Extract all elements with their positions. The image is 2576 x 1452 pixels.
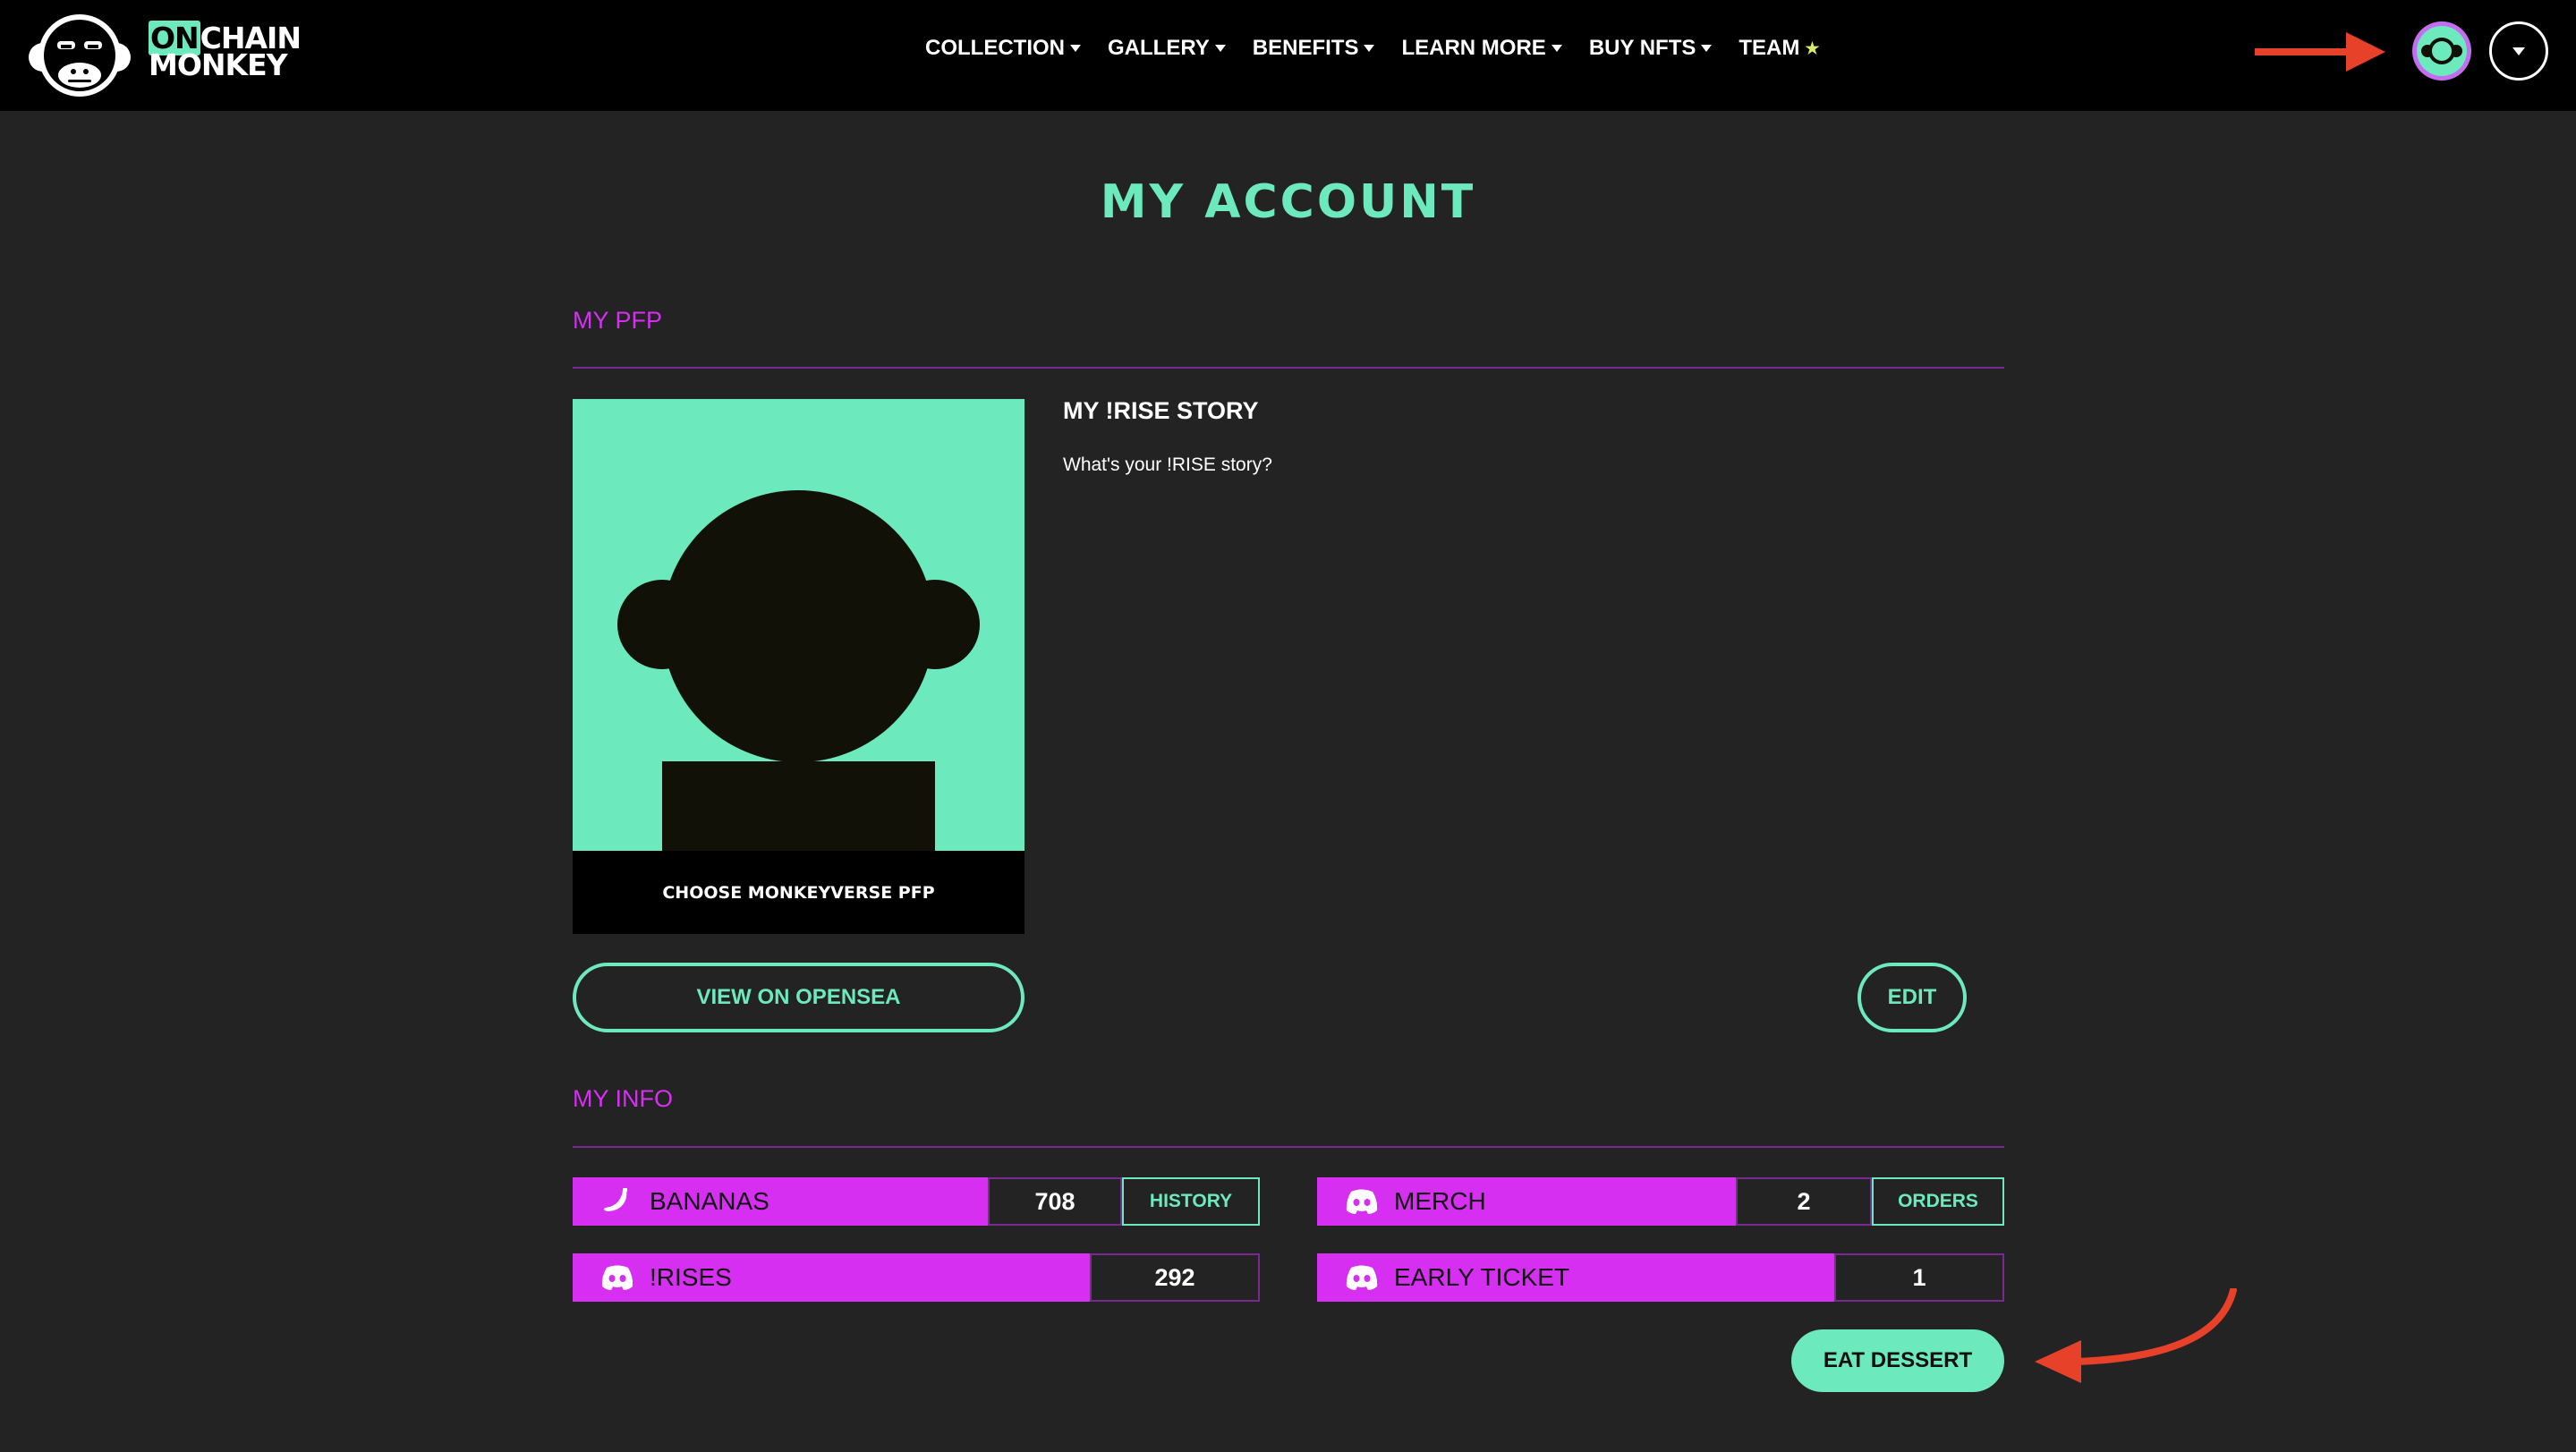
nav-benefits[interactable]: BENEFITS [1253, 36, 1375, 61]
caret-down-icon [1551, 45, 1562, 52]
bananas-label-cell: BANANAS [573, 1177, 988, 1226]
my-pfp-heading: MY PFP [573, 307, 663, 334]
bananas-history-button[interactable]: HISTORY [1122, 1177, 1260, 1226]
story-text: What's your !RISE story? [1063, 454, 1272, 475]
annotation-curved-arrow-icon [2035, 1288, 2237, 1383]
nav-buy-nfts-label: BUY NFTS [1588, 36, 1696, 60]
merch-label-cell: MERCH [1317, 1177, 1736, 1226]
caret-down-icon [1701, 45, 1713, 52]
merch-label: MERCH [1394, 1187, 1486, 1215]
rises-label-cell: !RISES [573, 1253, 1090, 1302]
pfp-image [573, 399, 1024, 851]
discord-icon [1346, 1265, 1378, 1290]
monkey-logo-icon [29, 14, 131, 97]
nav-buy-nfts[interactable]: BUY NFTS [1589, 36, 1713, 61]
chevron-down-icon [2512, 47, 2525, 55]
my-info-heading: MY INFO [573, 1085, 674, 1112]
choose-pfp-button[interactable]: CHOOSE MONKEYVERSE PFP [573, 851, 1024, 934]
caret-down-icon [1214, 45, 1226, 52]
edit-button[interactable]: EDIT [1858, 963, 1967, 1032]
nav-gallery[interactable]: GALLERY [1108, 36, 1226, 61]
pfp-card: CHOOSE MONKEYVERSE PFP [573, 399, 1024, 934]
star-icon: ★ [1805, 38, 1820, 57]
nav-team[interactable]: TEAM ★ [1739, 36, 1819, 61]
early-ticket-value: 1 [1834, 1253, 2004, 1302]
rises-label: !RISES [650, 1263, 732, 1291]
story-title: MY !RISE STORY [1063, 397, 1259, 424]
pfp-divider [573, 367, 2004, 369]
nav-learn-more[interactable]: LEARN MORE [1401, 36, 1562, 61]
logo-word-monkey: MONKEY [149, 47, 288, 82]
avatar[interactable] [2412, 21, 2471, 81]
top-navbar: ONCHAIN MONKEY COLLECTION GALLERY BENEFI… [0, 0, 2576, 111]
rises-row: !RISES 292 [573, 1253, 1260, 1302]
nav-gallery-label: GALLERY [1108, 36, 1210, 60]
bananas-label: BANANAS [650, 1187, 769, 1215]
early-ticket-row: EARLY TICKET 1 [1317, 1253, 2004, 1302]
account-dropdown-button[interactable] [2489, 21, 2548, 81]
nav-collection[interactable]: COLLECTION [925, 36, 1081, 61]
caret-down-icon [1364, 45, 1375, 52]
caret-down-icon [1070, 45, 1081, 52]
monkey-avatar-icon [2421, 38, 2462, 64]
bananas-value: 708 [988, 1177, 1122, 1226]
avatar-icon [2417, 26, 2467, 76]
onchain-monkey-logo[interactable]: ONCHAIN MONKEY [27, 9, 302, 102]
nav-team-label: TEAM [1739, 36, 1800, 60]
nav-collection-label: COLLECTION [925, 36, 1065, 60]
logo-wordmark: ONCHAIN MONKEY [149, 21, 302, 82]
discord-icon [601, 1265, 633, 1290]
bananas-row: BANANAS 708 HISTORY [573, 1177, 1260, 1226]
discord-icon [1346, 1189, 1378, 1214]
nav-benefits-label: BENEFITS [1252, 36, 1359, 60]
info-divider [573, 1146, 2004, 1148]
monkey-silhouette-icon [617, 490, 980, 851]
nav-learn-more-label: LEARN MORE [1401, 36, 1546, 60]
annotation-arrow-right-icon [2255, 32, 2385, 72]
page-title: MY ACCOUNT [1100, 175, 1476, 229]
banana-icon [604, 1188, 627, 1211]
view-on-opensea-button[interactable]: VIEW ON OPENSEA [573, 963, 1024, 1032]
merch-row: MERCH 2 ORDERS [1317, 1177, 2004, 1226]
eat-dessert-button[interactable]: EAT DESSERT [1791, 1329, 2004, 1392]
early-ticket-label-cell: EARLY TICKET [1317, 1253, 1834, 1302]
rises-value: 292 [1090, 1253, 1260, 1302]
merch-orders-button[interactable]: ORDERS [1872, 1177, 2004, 1226]
merch-value: 2 [1736, 1177, 1872, 1226]
main-nav: COLLECTION GALLERY BENEFITS LEARN MORE B… [925, 36, 1820, 61]
early-ticket-label: EARLY TICKET [1394, 1263, 1570, 1291]
